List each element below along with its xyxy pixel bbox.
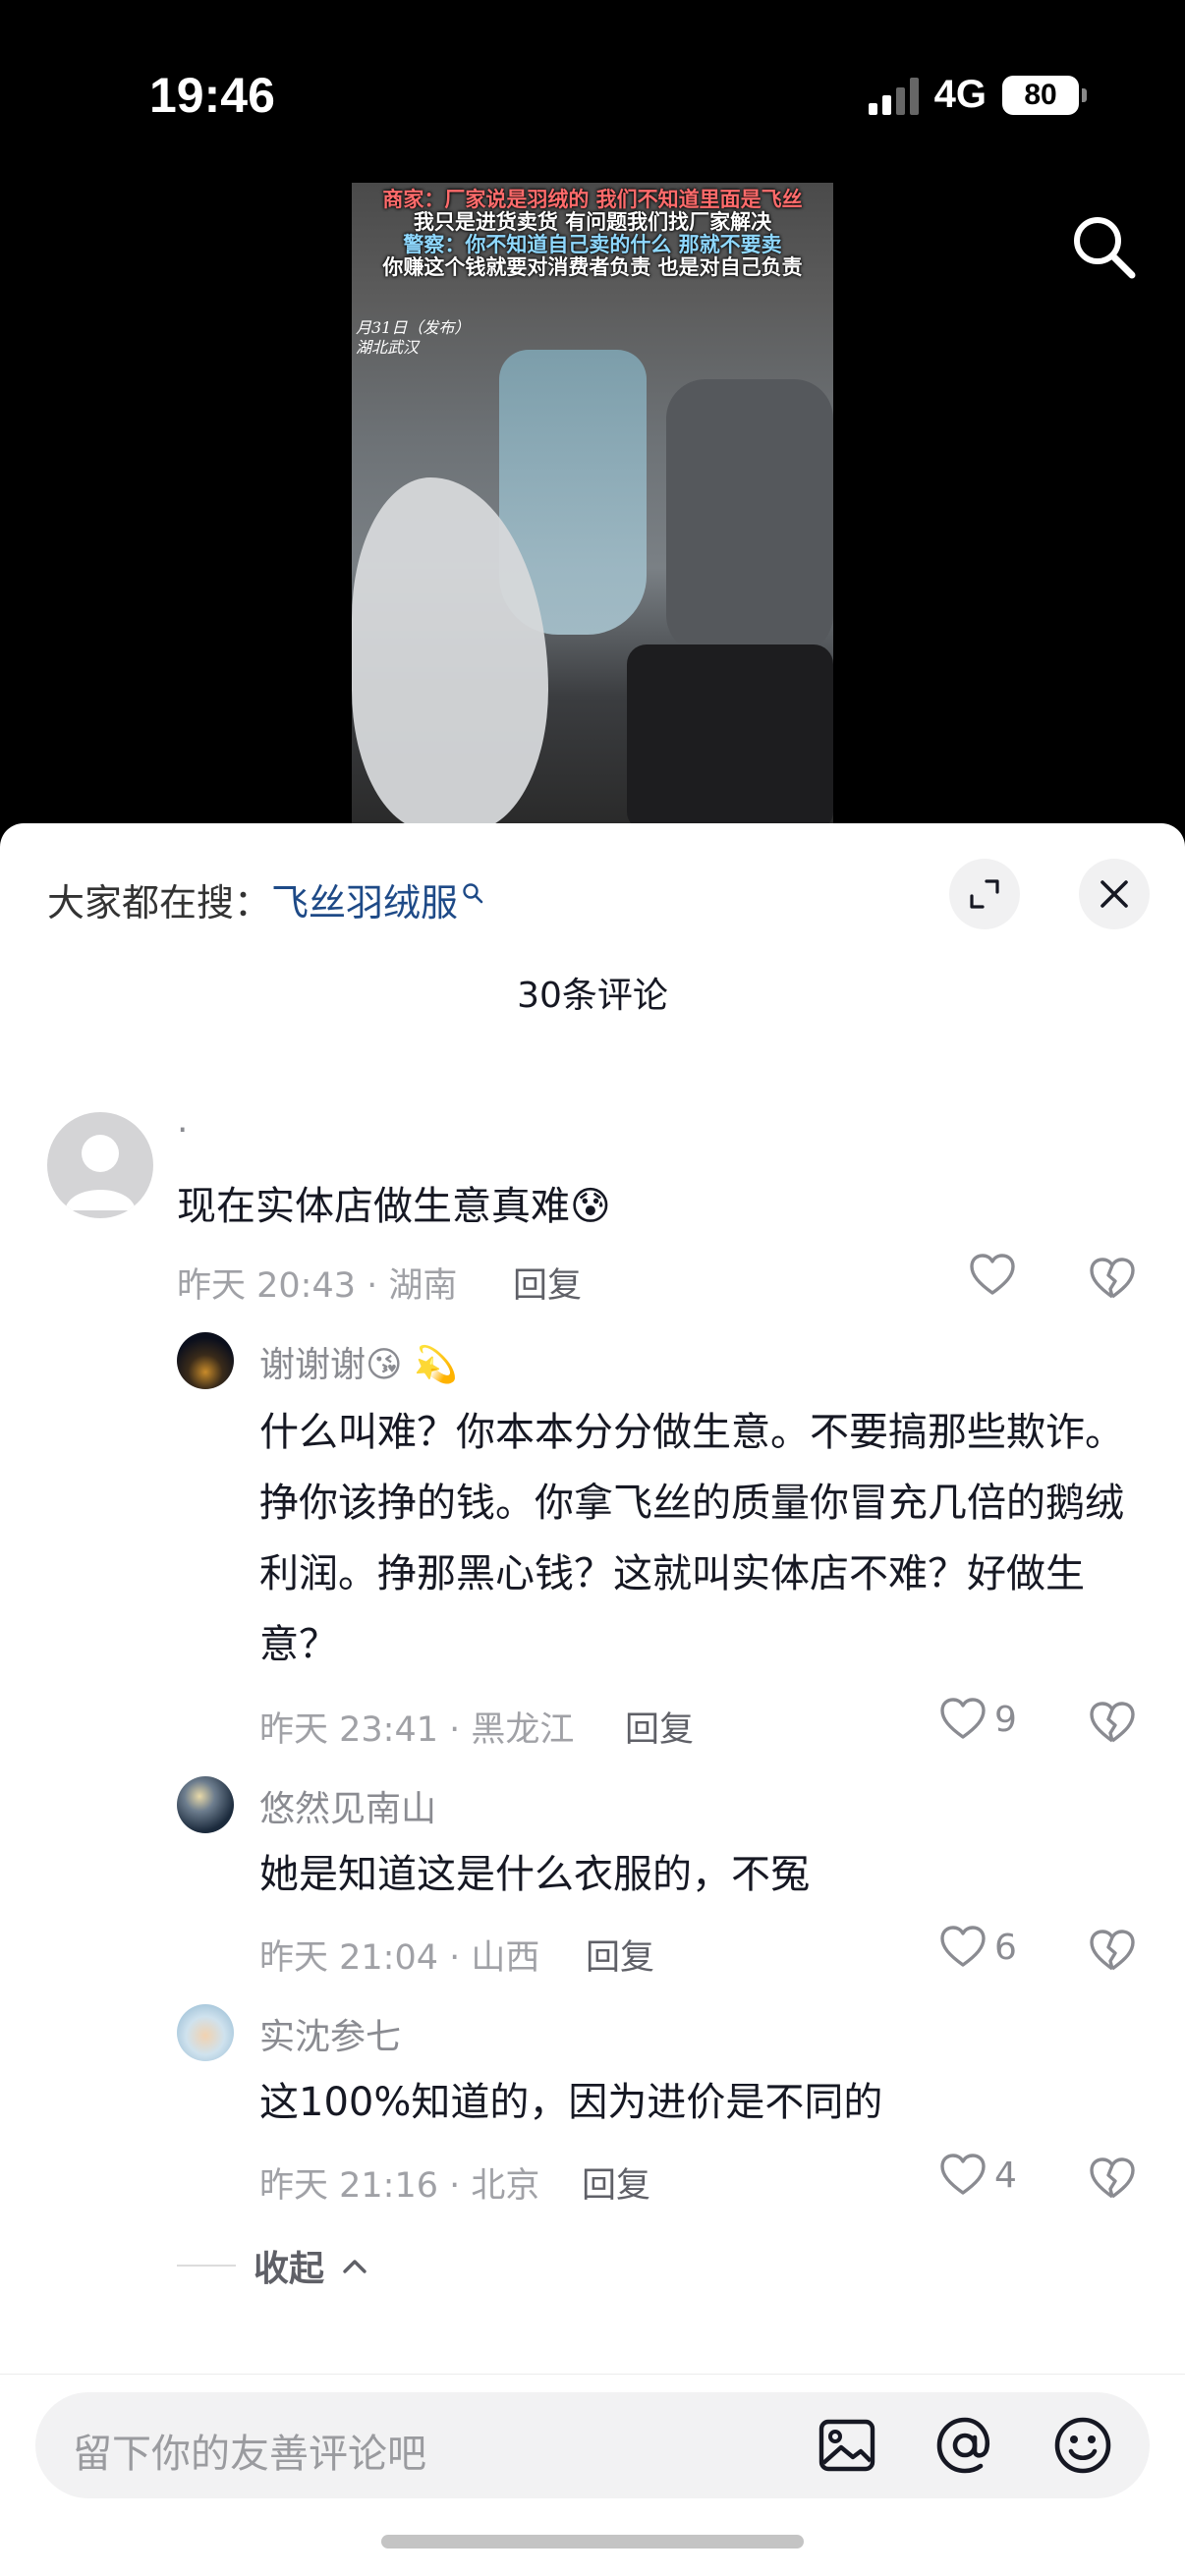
heart-icon (940, 1926, 986, 1967)
reply-button[interactable]: 回复 (582, 2157, 650, 2208)
like-button[interactable]: 4 (939, 2154, 1017, 2197)
comment-meta: 昨天 21:04 · 山西 (259, 1938, 540, 1978)
battery-icon: 80 (1002, 75, 1087, 115)
comment-username[interactable]: 悠然见南山 (259, 1780, 436, 1831)
chevron-up-icon (343, 2260, 367, 2273)
expand-button[interactable] (949, 859, 1020, 929)
comment-text: 现在实体店做生意真难😰 (177, 1184, 611, 1229)
like-count: 9 (994, 1699, 1017, 1740)
comment-meta: 昨天 20:43 · 湖南 (177, 1266, 458, 1306)
avatar[interactable] (177, 1332, 234, 1389)
divider (177, 2265, 236, 2267)
reply-button[interactable]: 回复 (586, 1930, 654, 1980)
broken-heart-icon[interactable] (1089, 1930, 1136, 1973)
at-icon[interactable] (930, 2410, 1000, 2481)
comment-text: 什么叫难？你本本分分做生意。不要搞那些欺诈。挣你该挣的钱。你拿飞丝的质量你冒充几… (259, 1410, 1124, 1667)
comment-username[interactable]: 实沈参七 (259, 2008, 401, 2059)
heart-icon (970, 1254, 1015, 1295)
caption-line-2: 我只是进货卖货 有问题我们找厂家解决 (413, 210, 772, 234)
like-button[interactable]: 6 (939, 1926, 1017, 1969)
status-time: 19:46 (149, 68, 275, 123)
like-count: 6 (994, 1927, 1017, 1968)
comment-meta: 昨天 21:16 · 北京 (259, 2166, 540, 2206)
comment-text: 这100%知道的，因为进价是不同的 (259, 2080, 883, 2125)
comment-meta: 昨天 23:41 · 黑龙江 (259, 1710, 575, 1750)
collapse-label: 收起 (254, 2249, 325, 2289)
network-label: 4G (933, 73, 987, 116)
status-indicators: 4G 80 (868, 73, 1087, 117)
avatar[interactable] (177, 2004, 234, 2061)
image-icon[interactable] (812, 2410, 882, 2481)
trending-search[interactable]: 大家都在搜： 飞丝羽绒服 (47, 872, 483, 926)
trending-prefix: 大家都在搜： (47, 881, 272, 924)
comment-username[interactable]: 谢谢谢😘 💫 (259, 1336, 458, 1387)
reply-button[interactable]: 回复 (513, 1258, 582, 1308)
like-button[interactable]: 9 (939, 1698, 1017, 1741)
signal-icon (868, 76, 919, 115)
broken-heart-icon[interactable] (1089, 1702, 1136, 1745)
broken-heart-icon[interactable] (1089, 1258, 1136, 1301)
avatar[interactable] (177, 1776, 234, 1833)
search-icon[interactable] (1069, 212, 1138, 281)
comment-text: 她是知道这是什么衣服的，不冤 (259, 1852, 810, 1897)
video-captions: 商家：厂家说是羽绒的 我们不知道里面是飞丝 我只是进货卖货 有问题我们找厂家解决… (352, 189, 833, 279)
video-player[interactable]: 商家：厂家说是羽绒的 我们不知道里面是飞丝 我只是进货卖货 有问题我们找厂家解决… (352, 183, 833, 825)
caption-line-3: 警察：你不知道自己卖的什么 那就不要卖 (403, 233, 782, 256)
stamp-place: 湖北武汉 (356, 338, 420, 357)
video-stamp: 月31日（发布） 湖北武汉 (356, 318, 470, 358)
comment-count: 30条评论 (517, 976, 668, 1016)
comment-sheet: 大家都在搜： 飞丝羽绒服 30条评论 · 现在实体店做生意真难😰 昨天 20:4… (0, 823, 1185, 2576)
home-indicator[interactable] (381, 2535, 804, 2548)
search-icon (463, 882, 483, 903)
close-icon (1100, 880, 1128, 908)
reply-button[interactable]: 回复 (625, 1702, 694, 1752)
collapse-replies-button[interactable]: 收起 (177, 2240, 367, 2291)
expand-icon (970, 879, 999, 909)
trending-keyword[interactable]: 飞丝羽绒服 (271, 872, 458, 926)
broken-heart-icon[interactable] (1089, 2157, 1136, 2201)
caption-line-1: 商家：厂家说是羽绒的 我们不知道里面是飞丝 (382, 188, 803, 211)
heart-icon (940, 1698, 986, 1739)
close-button[interactable] (1079, 859, 1150, 929)
comment-input[interactable]: 留下你的友善评论吧 (35, 2392, 1150, 2498)
like-count: 4 (994, 2155, 1017, 2196)
comment-username[interactable]: · (177, 1110, 188, 1150)
caption-line-4: 你赚这个钱就要对消费者负责 也是对自己负责 (382, 255, 803, 279)
comment-input-placeholder: 留下你的友善评论吧 (73, 2432, 426, 2477)
stamp-date: 月31日（发布） (356, 318, 471, 337)
emoji-icon[interactable] (1047, 2410, 1118, 2481)
battery-level: 80 (1024, 78, 1057, 111)
avatar[interactable] (47, 1112, 153, 1218)
heart-icon (940, 2154, 986, 2195)
like-button[interactable] (969, 1254, 1024, 1297)
